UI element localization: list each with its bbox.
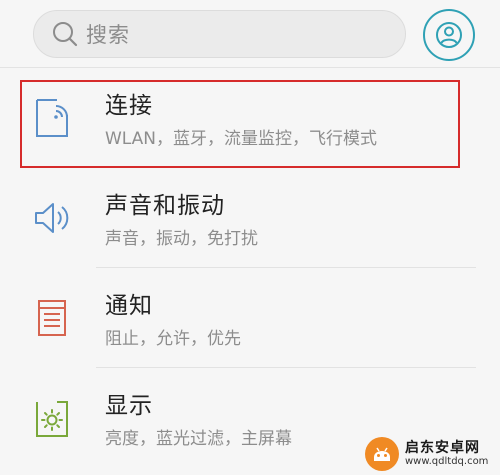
watermark: 启东安卓网 www.qdltdq.com [363, 432, 500, 475]
display-icon [36, 401, 68, 437]
top-bar: 搜索 [0, 0, 500, 68]
settings-item-title: 声音和振动 [105, 193, 225, 219]
settings-item-connection[interactable]: 连接 WLAN，蓝牙，流量监控，飞行模式 [0, 68, 500, 168]
settings-item-subtitle: 亮度，蓝光过滤，主屏幕 [105, 429, 292, 449]
settings-item-sound[interactable]: 声音和振动 声音，振动，免打扰 [0, 168, 500, 268]
settings-item-title: 显示 [105, 393, 153, 419]
watermark-logo-icon [365, 436, 399, 471]
settings-item-title: 连接 [105, 93, 153, 119]
account-avatar-button[interactable] [423, 9, 475, 61]
settings-item-subtitle: WLAN，蓝牙，流量监控，飞行模式 [105, 129, 378, 149]
search-icon [53, 22, 78, 47]
settings-list: 连接 WLAN，蓝牙，流量监控，飞行模式 声音和振动 声音，振动，免打扰 通知 … [0, 68, 500, 468]
watermark-url: www.qdltdq.com [405, 455, 489, 467]
watermark-name: 启东安卓网 [405, 439, 480, 456]
settings-item-subtitle: 声音，振动，免打扰 [105, 229, 258, 249]
settings-item-title: 通知 [105, 293, 153, 319]
user-icon [436, 22, 462, 48]
settings-item-subtitle: 阻止，允许，优先 [105, 329, 241, 349]
notification-icon [38, 300, 66, 336]
connection-icon [36, 99, 68, 137]
speaker-icon [35, 203, 69, 233]
settings-item-notifications[interactable]: 通知 阻止，允许，优先 [0, 268, 500, 368]
search-placeholder: 搜索 [86, 23, 130, 47]
search-bar[interactable]: 搜索 [33, 10, 406, 58]
watermark-text: 启东安卓网 www.qdltdq.com [405, 441, 488, 467]
